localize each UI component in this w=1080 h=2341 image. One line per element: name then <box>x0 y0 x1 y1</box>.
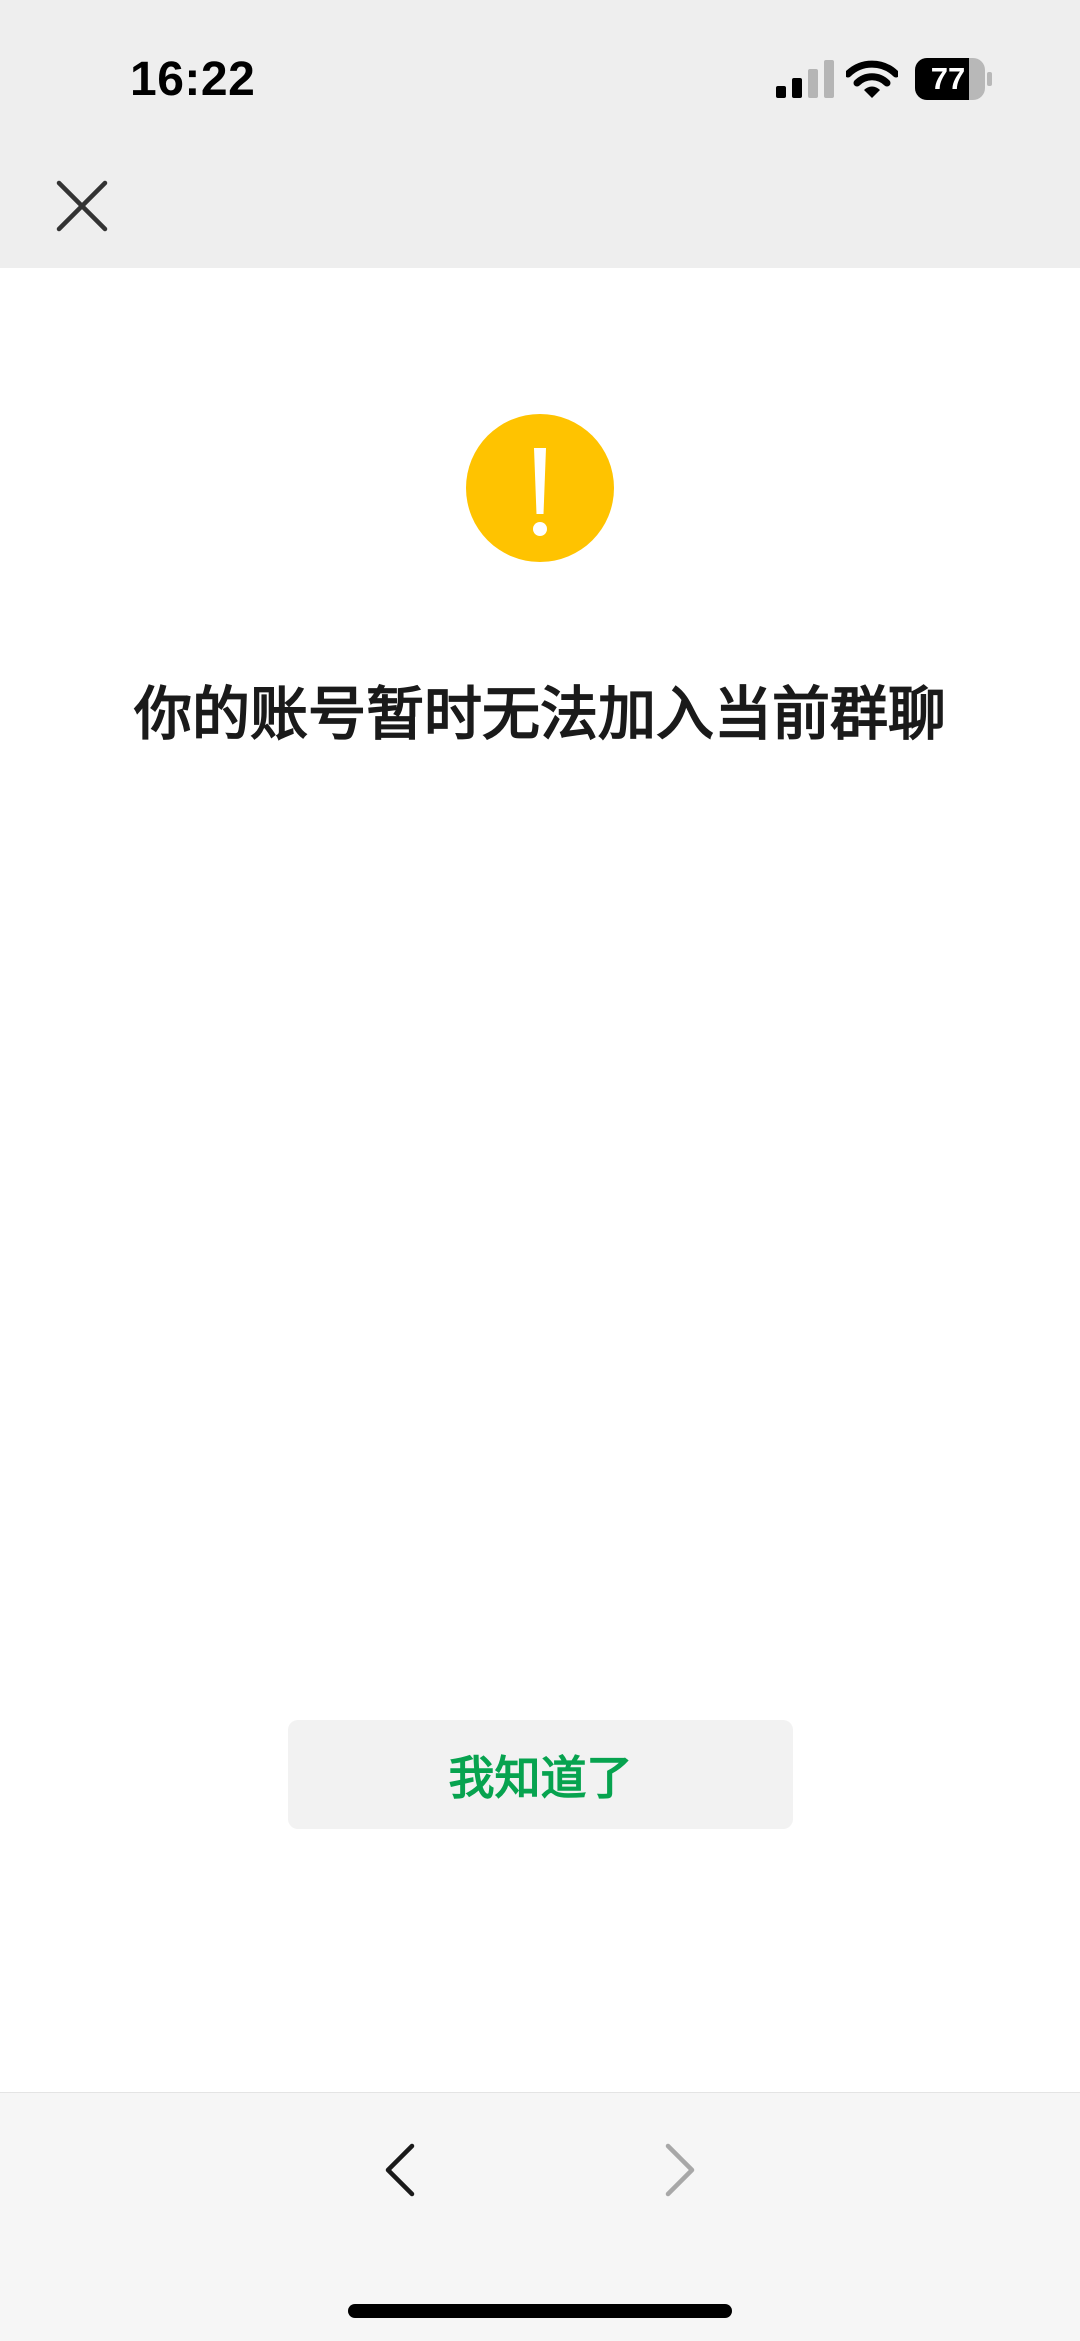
chevron-left-icon <box>385 2143 415 2197</box>
forward-button[interactable] <box>640 2125 720 2215</box>
home-indicator[interactable] <box>348 2304 732 2318</box>
status-bar: 16:22 77 <box>0 0 1080 150</box>
chevron-right-icon <box>665 2143 695 2197</box>
confirm-button-label: 我知道了 <box>448 1750 633 1805</box>
battery-level-text: 77 <box>930 61 966 96</box>
confirm-button[interactable]: 我知道了 <box>288 1720 793 1829</box>
status-time: 16:22 <box>130 53 256 106</box>
close-icon <box>56 180 108 232</box>
warning-exclamation-icon <box>466 414 614 562</box>
nav-bar <box>0 150 1080 268</box>
cellular-signal-icon <box>776 60 834 98</box>
back-button[interactable] <box>360 2125 440 2215</box>
alert-message: 你的账号暂时无法加入当前群聊 <box>133 680 946 748</box>
wifi-icon <box>846 60 898 98</box>
battery-icon: 77 <box>915 58 993 100</box>
close-button[interactable] <box>40 164 124 248</box>
